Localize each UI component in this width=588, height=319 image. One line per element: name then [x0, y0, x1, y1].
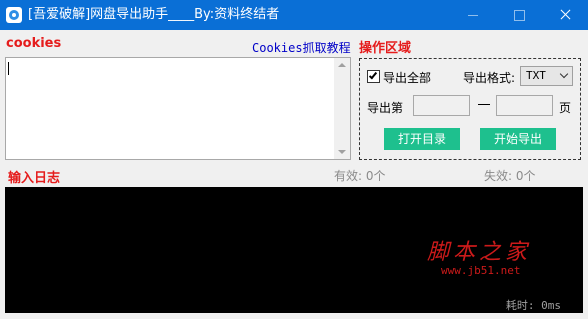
export-all-label[interactable]: 导出全部 — [383, 69, 431, 86]
format-label: 导出格式: — [463, 71, 516, 85]
page-to-input[interactable] — [496, 95, 553, 116]
text-caret — [8, 62, 9, 75]
invalid-count: 失效: 0个 — [484, 169, 536, 183]
watermark-url: www.jb51.net — [441, 264, 521, 277]
window-title: [吾爱破解]网盘导出助手____By:资料终结者 — [28, 7, 280, 22]
format-select[interactable]: TXT — [520, 66, 573, 86]
page-unit-label: 页 — [559, 101, 572, 115]
watermark-text: 脚本之家 — [427, 240, 532, 265]
page-range-dash — [478, 104, 490, 105]
chevron-down-icon — [559, 69, 569, 79]
cookies-scrollbar[interactable] — [334, 58, 350, 159]
valid-count: 有效: 0个 — [334, 169, 386, 183]
page-from-input[interactable] — [413, 95, 470, 116]
cookies-tutorial-link[interactable]: Cookies抓取教程 — [252, 39, 351, 56]
cookies-input[interactable] — [5, 57, 351, 160]
open-directory-button[interactable]: 打开目录 — [384, 128, 460, 150]
start-export-button[interactable]: 开始导出 — [480, 128, 556, 150]
title-bar: [吾爱破解]网盘导出助手____By:资料终结者 — [0, 0, 588, 30]
scroll-down-icon[interactable] — [338, 150, 346, 154]
page-range-label: 导出第 — [367, 101, 404, 115]
operations-label: 操作区域 — [359, 41, 412, 56]
minimize-icon[interactable] — [450, 0, 496, 30]
checkbox-check-icon — [368, 70, 378, 80]
elapsed-time: 耗时: 0ms — [505, 299, 561, 312]
close-icon[interactable] — [542, 0, 588, 30]
watermark-logo: 脚本之家 www.jb51.net — [423, 234, 583, 282]
format-value: TXT — [526, 69, 546, 82]
cookies-label: cookies — [6, 36, 62, 51]
app-icon — [6, 7, 22, 23]
maximize-icon[interactable] — [496, 0, 542, 30]
log-label: 输入日志 — [8, 171, 61, 186]
export-all-checkbox[interactable] — [367, 70, 380, 83]
scroll-up-icon[interactable] — [338, 63, 346, 67]
